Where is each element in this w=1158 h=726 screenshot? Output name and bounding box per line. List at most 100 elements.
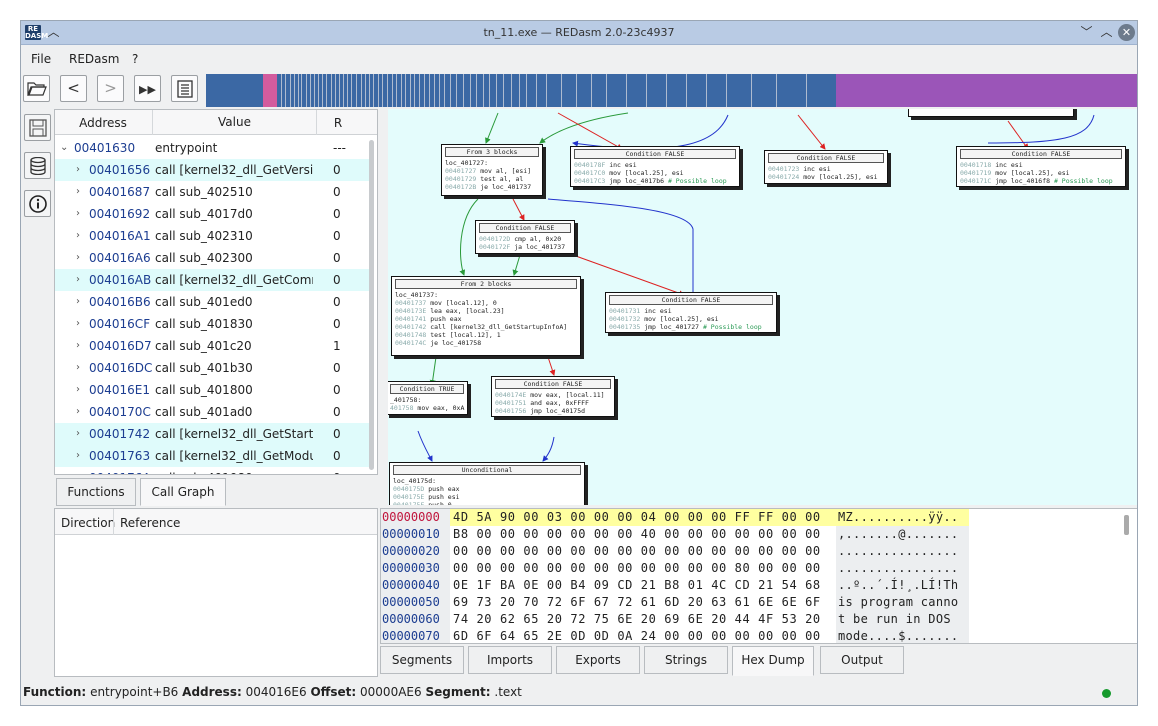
table-row[interactable]: › 004016E1 call sub_401800 0: [55, 379, 369, 401]
collapse-icon[interactable]: ⌄: [60, 137, 68, 159]
expand-icon[interactable]: ›: [76, 335, 80, 357]
table-row[interactable]: › 004016A1 call sub_402310 0: [55, 225, 369, 247]
hex-ascii[interactable]: ................: [838, 560, 958, 577]
expand-icon[interactable]: ›: [76, 467, 80, 474]
tab-strings[interactable]: Strings: [644, 646, 728, 674]
call-graph-view[interactable]: From 3 blocks loc_401727: 00401727 mov a…: [388, 109, 1137, 505]
graph-block[interactable]: Condition FALSE 00401731 inc esi 00401732…: [605, 292, 777, 333]
graph-block[interactable]: Condition FALSE 0040174E mov eax, [local.…: [491, 376, 615, 417]
hex-ascii[interactable]: ................: [838, 543, 958, 560]
maximize-icon[interactable]: ︿: [1098, 24, 1115, 41]
status-address: 004016E6: [245, 685, 307, 699]
tab-segments[interactable]: Segments: [380, 646, 464, 674]
column-reference[interactable]: Reference: [120, 516, 180, 530]
graph-block[interactable]: Condition FALSE 00401723 inc esi 00401724…: [764, 150, 888, 184]
expand-icon[interactable]: ›: [76, 445, 80, 467]
expand-icon[interactable]: ›: [76, 269, 80, 291]
table-row[interactable]: › 004016D7 call sub_401c20 1: [55, 335, 369, 357]
hex-bytes[interactable]: 4D 5A 90 00 03 00 00 00 04 00 00 00 FF F…: [453, 509, 821, 526]
table-row[interactable]: › 00401763 call [kernel32_dll_GetModule...…: [55, 445, 369, 467]
hex-ascii[interactable]: mode....$.......: [838, 628, 958, 643]
table-row[interactable]: › 00401692 call sub_4017d0 0: [55, 203, 369, 225]
tab-output[interactable]: Output: [820, 646, 904, 674]
back-button[interactable]: <: [60, 75, 87, 102]
tab-hex-dump[interactable]: Hex Dump: [732, 646, 814, 676]
close-icon[interactable]: ✕: [1118, 24, 1135, 41]
hex-bytes[interactable]: 00 00 00 00 00 00 00 00 00 00 00 00 00 0…: [453, 543, 821, 560]
column-r[interactable]: R: [318, 116, 358, 130]
expand-icon[interactable]: ›: [76, 203, 80, 225]
table-row[interactable]: › 004016A6 call sub_402300 0: [55, 247, 369, 269]
expand-icon[interactable]: ›: [76, 225, 80, 247]
document-list-button[interactable]: [171, 75, 198, 102]
graph-block[interactable]: Condition FALSE 00401718 inc esi 00401719…: [956, 146, 1126, 187]
hex-ascii[interactable]: is program canno: [838, 594, 958, 611]
hex-row[interactable]: 00000020 00 00 00 00 00 00 00 00 00 00 00…: [381, 543, 981, 560]
hex-bytes[interactable]: 74 20 62 65 20 72 75 6E 20 69 6E 20 44 4…: [453, 611, 821, 628]
hex-ascii[interactable]: ,.......@.......: [838, 526, 958, 543]
minimize-icon[interactable]: ﹀: [1078, 24, 1095, 41]
expand-icon[interactable]: ›: [76, 423, 80, 445]
info-button[interactable]: [24, 190, 51, 217]
hex-ascii[interactable]: ..º..´.Í!¸.LÍ!Th: [838, 577, 958, 594]
tab-call-graph[interactable]: Call Graph: [140, 478, 226, 506]
expand-icon[interactable]: ›: [76, 247, 80, 269]
table-row[interactable]: › 00401742 call [kernel32_dll_GetStartup..…: [55, 423, 369, 445]
expand-icon[interactable]: ›: [76, 379, 80, 401]
hex-bytes[interactable]: 69 73 20 70 72 6F 67 72 61 6D 20 63 61 6…: [453, 594, 821, 611]
hex-bytes[interactable]: 00 00 00 00 00 00 00 00 00 00 00 00 80 0…: [453, 560, 821, 577]
hex-scrollbar[interactable]: [1124, 515, 1129, 535]
table-row[interactable]: › 0040170C call sub_401ad0 0: [55, 401, 369, 423]
hex-bytes[interactable]: B8 00 00 00 00 00 00 00 40 00 00 00 00 0…: [453, 526, 821, 543]
table-row-root[interactable]: ⌄ 00401630 entrypoint ---: [55, 137, 369, 159]
column-value[interactable]: Value: [152, 110, 317, 135]
hex-row[interactable]: 00000050 69 73 20 70 72 6F 67 72 61 6D 20…: [381, 594, 981, 611]
hex-ascii[interactable]: t be run in DOS: [838, 611, 958, 628]
graph-block-partial[interactable]: [908, 109, 1074, 117]
hex-row[interactable]: 00000060 74 20 62 65 20 72 75 6E 20 69 6E…: [381, 611, 981, 628]
expand-icon[interactable]: ›: [76, 181, 80, 203]
expand-icon[interactable]: ›: [76, 291, 80, 313]
menu-file[interactable]: File: [31, 52, 51, 66]
column-address[interactable]: Address: [55, 116, 151, 130]
column-direction[interactable]: Direction: [61, 516, 115, 530]
expand-icon[interactable]: ›: [76, 313, 80, 335]
hex-bytes[interactable]: 0E 1F BA 0E 00 B4 09 CD 21 B8 01 4C CD 2…: [453, 577, 821, 594]
graph-block[interactable]: Condition FALSE 0040178F inc esi 004017C0…: [570, 146, 740, 187]
tab-functions[interactable]: Functions: [56, 478, 136, 506]
document-navigation-bar[interactable]: [206, 74, 1137, 107]
graph-block[interactable]: From 2 blocks loc_401737: 00401737 mov […: [391, 276, 581, 356]
table-row[interactable]: › 004016B6 call sub_401ed0 0: [55, 291, 369, 313]
forward-button[interactable]: >: [97, 75, 124, 102]
expand-icon[interactable]: ›: [76, 357, 80, 379]
table-row[interactable]: › 00401687 call sub_402510 0: [55, 181, 369, 203]
hex-row[interactable]: 00000030 00 00 00 00 00 00 00 00 00 00 00…: [381, 560, 981, 577]
database-button[interactable]: [24, 152, 51, 179]
graph-block[interactable]: Condition FALSE 0040172D cmp al, 0x20 004…: [475, 220, 575, 254]
table-row[interactable]: › 004016DC call sub_401b30 0: [55, 357, 369, 379]
tab-imports[interactable]: Imports: [468, 646, 552, 674]
hex-row[interactable]: 00000040 0E 1F BA 0E 00 B4 09 CD 21 B8 01…: [381, 577, 981, 594]
hex-bytes[interactable]: 6D 6F 64 65 2E 0D 0D 0A 24 00 00 00 00 0…: [453, 628, 821, 643]
graph-block[interactable]: From 3 blocks loc_401727: 00401727 mov a…: [441, 144, 543, 196]
hex-row[interactable]: 00000070 6D 6F 64 65 2E 0D 0D 0A 24 00 00…: [381, 628, 981, 643]
menu-help[interactable]: ?: [132, 52, 138, 66]
goto-entry-button[interactable]: ▶▶: [134, 75, 161, 102]
expand-icon[interactable]: ›: [76, 159, 80, 181]
open-button[interactable]: [23, 75, 50, 102]
graph-block[interactable]: Condition TRUE _401758: 401758 mov eax, …: [388, 381, 468, 415]
hex-row[interactable]: 00000000 4D 5A 90 00 03 00 00 00 04 00 00…: [381, 509, 981, 526]
graph-block[interactable]: Unconditional loc_40175d: 0040175D push …: [389, 462, 585, 505]
hex-dump-view[interactable]: 00000000 4D 5A 90 00 03 00 00 00 04 00 00…: [380, 508, 1137, 644]
hex-row[interactable]: 00000010 B8 00 00 00 00 00 00 00 40 00 00…: [381, 526, 981, 543]
table-row[interactable]: › 004016ABcall [kernel32_dll_GetComm... 0: [55, 269, 369, 291]
expand-icon[interactable]: ›: [76, 401, 80, 423]
table-row[interactable]: › 0040176A call sub_401980 0: [55, 467, 369, 474]
hex-ascii[interactable]: MZ..........ÿÿ..: [838, 509, 958, 526]
save-button[interactable]: [24, 114, 51, 141]
table-row[interactable]: › 004016CF call sub_401830 0: [55, 313, 369, 335]
functions-scrollbar[interactable]: [369, 140, 374, 470]
tab-exports[interactable]: Exports: [556, 646, 640, 674]
table-row[interactable]: › 00401656 call [kernel32_dll_GetVersion] 0: [55, 159, 369, 181]
menu-redasm[interactable]: REDasm: [69, 52, 119, 66]
